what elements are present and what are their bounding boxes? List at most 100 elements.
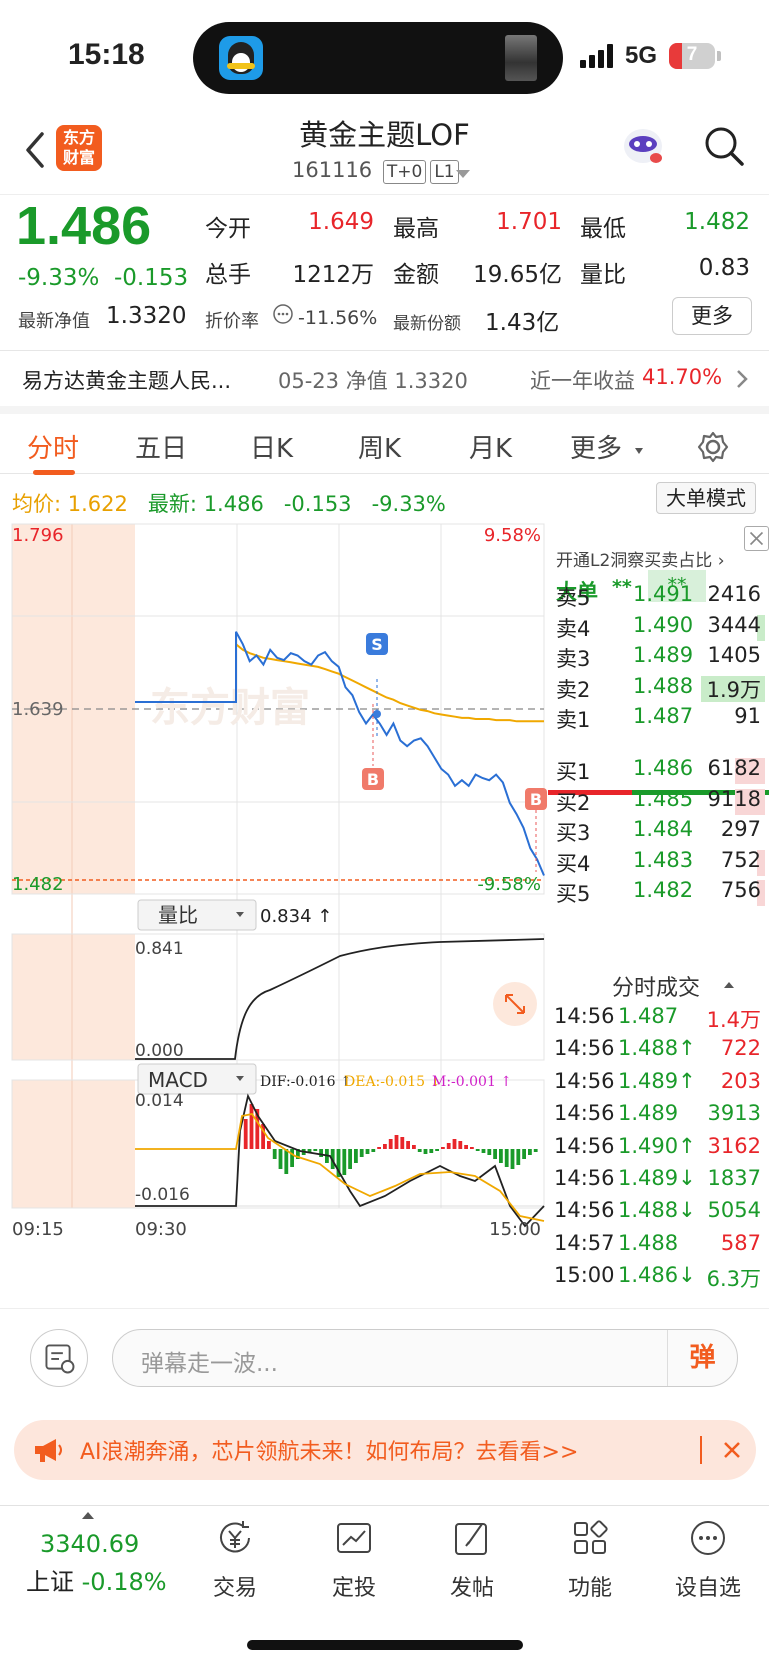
- order-price: 1.489: [633, 643, 694, 668]
- order-volume: 1405: [707, 643, 761, 668]
- tab-more[interactable]: 更多: [570, 428, 622, 465]
- more-button[interactable]: 更多: [672, 297, 752, 335]
- order-level: 卖3: [556, 647, 591, 672]
- discount-value: -11.56%: [298, 307, 378, 329]
- order-level: 买2: [556, 790, 591, 815]
- order-volume: 3444: [707, 612, 761, 637]
- dynamic-island: [193, 22, 563, 94]
- macd-bar: [394, 1135, 399, 1149]
- chevron-up-icon: [82, 1512, 94, 1519]
- order-volume: 752: [720, 847, 761, 872]
- shares-label: 最新份额: [393, 314, 461, 334]
- close-icon[interactable]: [722, 1440, 742, 1460]
- tick-volume: 6.3万: [706, 1267, 761, 1292]
- tick-volume: 203: [720, 1068, 761, 1093]
- low-value: 1.482: [684, 209, 750, 235]
- order-price: 1.491: [633, 582, 694, 606]
- tick-volume: 3162: [707, 1133, 761, 1158]
- nav-add-watchlist[interactable]: 设自选: [658, 1518, 758, 1602]
- tick-time: 14:57: [554, 1230, 615, 1255]
- battery-icon: 7: [669, 43, 715, 69]
- macd-bar: [464, 1145, 468, 1149]
- tab-five-day[interactable]: 五日: [135, 428, 187, 465]
- tick-price: 1.487: [618, 1004, 679, 1028]
- nav-invest-plan[interactable]: 定投: [304, 1518, 404, 1602]
- m-label: M:-0.001 ↑: [432, 1074, 512, 1090]
- index-value[interactable]: 3340.69: [40, 1530, 139, 1558]
- signal-icon: [580, 44, 616, 68]
- amount-value: 19.65亿: [473, 262, 562, 288]
- fund-nav-date: 05-23 净值 1.3320: [278, 369, 468, 393]
- danmu-bar: 弹幕走一波... 弹: [0, 1308, 769, 1408]
- macd-bar: [493, 1149, 497, 1159]
- close-button[interactable]: [744, 526, 769, 551]
- gear-icon[interactable]: [696, 430, 730, 464]
- danmu-settings-button[interactable]: [30, 1329, 88, 1387]
- order-price: 1.490: [633, 612, 694, 637]
- fund-name: 易方达黄金主题人民...: [22, 369, 232, 393]
- tab-weekly-k[interactable]: 周K: [358, 428, 401, 465]
- home-indicator: [247, 1640, 523, 1650]
- volume-value: 1212万: [292, 262, 374, 288]
- ticks-title[interactable]: 分时成交: [612, 970, 700, 1002]
- tick-volume: 1837: [707, 1166, 761, 1190]
- top-price-label: 1.796: [12, 525, 64, 546]
- tick-row: 14:56 1.489 3913: [548, 1101, 769, 1131]
- macd-bar: [272, 1149, 277, 1159]
- danmu-send-button[interactable]: 弹: [667, 1330, 737, 1386]
- sell-row: 卖3 1.489 1405: [548, 643, 769, 673]
- tick-row: 14:57 1.488 587: [548, 1231, 769, 1261]
- index-ticker[interactable]: 上证 -0.18%: [26, 1562, 167, 1597]
- amount-label: 金额: [393, 262, 439, 288]
- macd-bar: [383, 1144, 387, 1149]
- volume-label: 总手: [205, 262, 251, 288]
- intraday-chart[interactable]: 东方财富 S B B 1.796 9.58% 1.639 1.482 -9.58…: [0, 516, 548, 1308]
- tab-intraday[interactable]: 分时: [27, 428, 79, 465]
- big-order-mode-button[interactable]: 大单模式: [656, 482, 756, 514]
- order-volume: 297: [720, 817, 761, 842]
- promo-banner[interactable]: AI浪潮奔涌，芯片领航未来！如何布局？去看看>>: [14, 1420, 756, 1480]
- nav-post[interactable]: 发帖: [422, 1518, 522, 1602]
- high-label: 最高: [393, 216, 439, 242]
- tick-price: 1.488↑: [618, 1036, 696, 1061]
- macd-bar: [290, 1149, 294, 1167]
- tick-time: 14:56: [554, 1101, 615, 1126]
- ai-assistant-icon[interactable]: [620, 122, 666, 168]
- l2-upsell-link[interactable]: 开通L2洞察买卖占比 ›: [556, 546, 725, 571]
- discount-label: 折价率: [205, 311, 259, 332]
- buy-row: 买4 1.483 752: [548, 848, 769, 878]
- order-book-panel: 开通L2洞察买卖占比 › 大单 ** ** 卖5 1.491 2416 卖4 1.490…: [548, 526, 769, 1308]
- danmu-input[interactable]: 弹幕走一波... 弹: [112, 1329, 738, 1387]
- tick-time: 14:56: [554, 1004, 615, 1028]
- status-bar: 15:18 5G 7: [0, 0, 769, 110]
- stock-code-row[interactable]: 161116 T+0 L1: [292, 158, 459, 184]
- time-end: 15:00: [489, 1219, 541, 1240]
- media-thumbnail-icon: [505, 35, 537, 81]
- edit-post-icon: [455, 1523, 487, 1555]
- tick-time: 15:00: [554, 1263, 615, 1288]
- macd-bar: [481, 1149, 486, 1153]
- nav-functions[interactable]: 功能: [540, 1518, 640, 1602]
- tick-row: 14:56 1.489↑ 203: [548, 1069, 769, 1099]
- search-icon[interactable]: [702, 124, 746, 168]
- tick-price: 1.489↓: [618, 1166, 696, 1190]
- intraday-info-bar: 均价: 1.622 最新: 1.486 -0.153 -9.33% 大单模式: [0, 480, 769, 516]
- fund-info-row[interactable]: 易方达黄金主题人民... 05-23 净值 1.3320 近一年收益 41.70…: [0, 350, 769, 406]
- open-value: 1.649: [308, 209, 374, 235]
- order-price: 1.485: [633, 786, 694, 811]
- sell-row: 卖2 1.488 1.9万: [548, 674, 769, 704]
- tab-monthly-k[interactable]: 月K: [469, 428, 512, 465]
- macd-bar: [371, 1149, 376, 1152]
- macd-bar: [365, 1149, 370, 1154]
- order-level: 买3: [556, 821, 591, 846]
- macd-bar: [284, 1149, 289, 1174]
- nav-trade[interactable]: 交易: [185, 1518, 285, 1602]
- tick-time: 14:56: [554, 1166, 615, 1190]
- tick-time: 14:56: [554, 1133, 615, 1158]
- chevron-down-icon[interactable]: [456, 170, 470, 178]
- info-bubble-icon[interactable]: [272, 303, 294, 325]
- tick-price: 1.489: [618, 1101, 679, 1126]
- macd-min-label: -0.016: [135, 1185, 190, 1205]
- tick-row: 14:56 1.487 1.4万: [548, 1004, 769, 1034]
- tab-daily-k[interactable]: 日K: [250, 428, 293, 465]
